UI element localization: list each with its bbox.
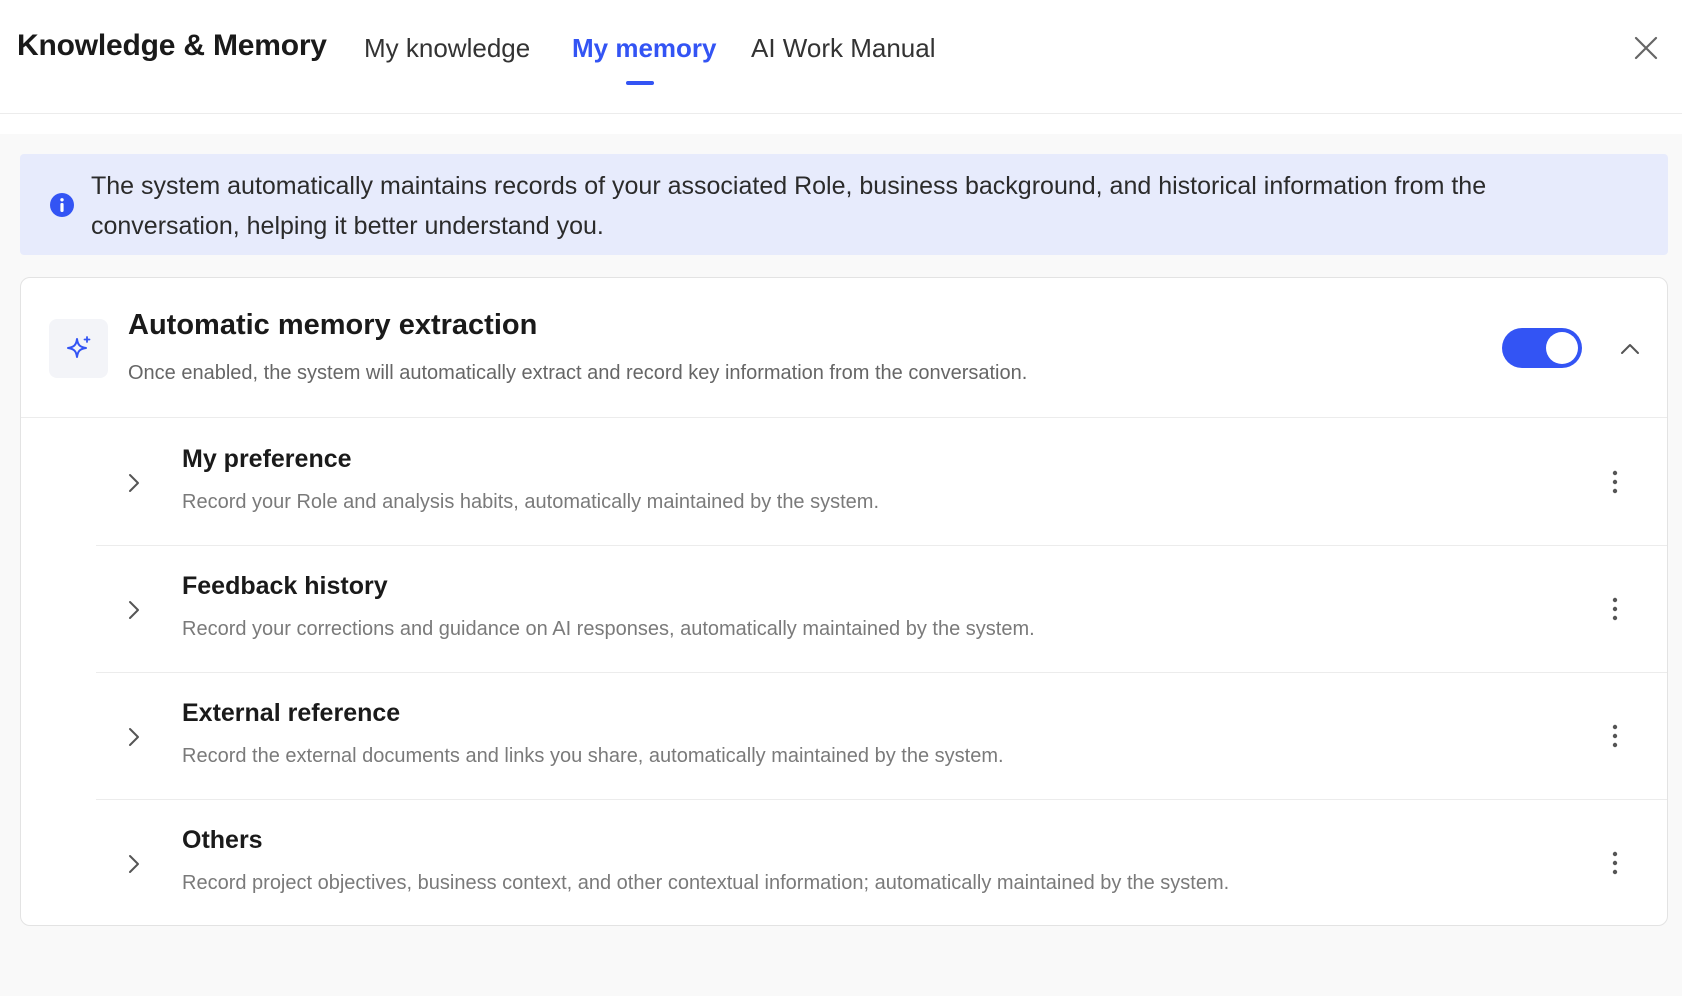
memory-extraction-card: Automatic memory extraction Once enabled… — [20, 277, 1668, 926]
memory-item-description: Record the external documents and links … — [182, 745, 1004, 767]
close-icon — [1634, 36, 1658, 60]
memory-item-my-preference[interactable]: My preference Record your Role and analy… — [96, 419, 1667, 546]
chevron-right-icon — [129, 855, 139, 873]
memory-item-external-reference[interactable]: External reference Record the external d… — [96, 673, 1667, 800]
memory-item-title: Feedback history — [182, 572, 388, 600]
chevron-up-icon — [1621, 344, 1639, 354]
info-banner-text: The system automatically maintains recor… — [91, 172, 1487, 240]
memory-item-title: External reference — [182, 699, 401, 727]
header-bar: Knowledge & Memory My knowledge My memor… — [0, 0, 1682, 114]
tab-my-memory[interactable]: My memory — [572, 33, 717, 64]
more-options-icon[interactable] — [1608, 722, 1622, 750]
memory-item-others[interactable]: Others Record project objectives, busine… — [96, 800, 1667, 927]
close-button[interactable] — [1630, 32, 1662, 64]
more-options-icon[interactable] — [1608, 595, 1622, 623]
memory-item-description: Record project objectives, business cont… — [182, 872, 1230, 894]
more-options-icon[interactable] — [1608, 849, 1622, 877]
main-content: The system automatically maintains recor… — [0, 134, 1682, 996]
active-tab-indicator — [626, 81, 654, 85]
card-description: Once enabled, the system will automatica… — [128, 362, 1028, 384]
card-title: Automatic memory extraction — [128, 309, 538, 341]
tab-ai-work-manual[interactable]: AI Work Manual — [751, 33, 935, 64]
more-options-icon[interactable] — [1608, 468, 1622, 496]
toggle-knob — [1546, 332, 1578, 364]
card-header: Automatic memory extraction Once enabled… — [21, 278, 1667, 418]
memory-item-title: My preference — [182, 445, 352, 473]
memory-item-feedback-history[interactable]: Feedback history Record your corrections… — [96, 546, 1667, 673]
info-icon — [50, 193, 74, 217]
chevron-right-icon — [129, 474, 139, 492]
memory-extraction-toggle[interactable] — [1502, 328, 1582, 368]
memory-item-description: Record your Role and analysis habits, au… — [182, 491, 880, 513]
chevron-right-icon — [129, 728, 139, 746]
memory-item-title: Others — [182, 826, 263, 854]
collapse-button[interactable] — [1617, 336, 1643, 362]
info-banner: The system automatically maintains recor… — [20, 154, 1668, 255]
page-title: Knowledge & Memory — [17, 29, 327, 62]
chevron-right-icon — [129, 601, 139, 619]
sparkle-icon — [67, 336, 91, 358]
sparkle-icon-container — [49, 319, 108, 378]
memory-item-description: Record your corrections and guidance on … — [182, 618, 1035, 640]
tab-my-knowledge[interactable]: My knowledge — [364, 33, 530, 64]
